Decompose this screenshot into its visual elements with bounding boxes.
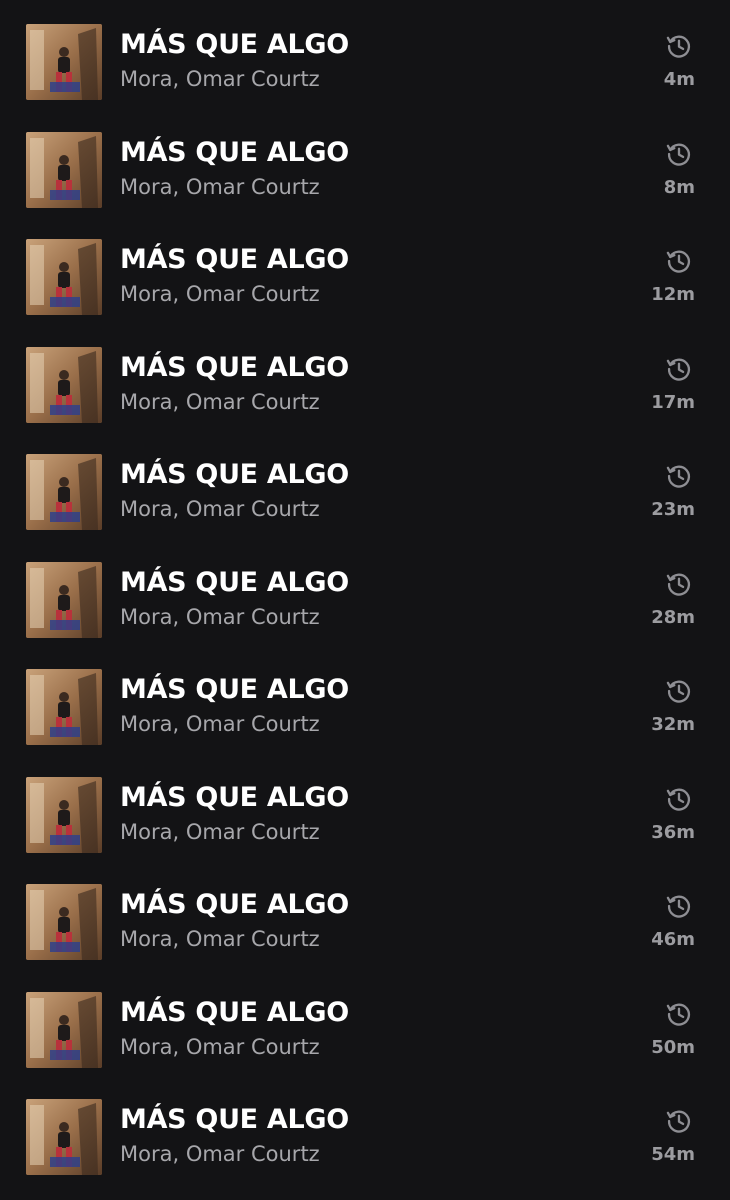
history-icon [665, 355, 693, 383]
track-artists: Mora, Omar Courtz [120, 604, 320, 629]
album-art [26, 24, 102, 100]
history-icon [665, 140, 693, 168]
listening-history-list: MÁS QUE ALGO Mora, Omar Courtz 4m MÁS QU… [0, 0, 730, 1200]
played-ago: 46m [651, 929, 695, 950]
history-row[interactable]: MÁS QUE ALGO Mora, Omar Courtz 4m [0, 0, 730, 108]
history-row[interactable]: MÁS QUE ALGO Mora, Omar Courtz 12m [0, 215, 730, 323]
played-ago: 12m [651, 284, 695, 305]
track-artists: Mora, Omar Courtz [120, 1142, 320, 1166]
track-title: MÁS QUE ALGO [120, 781, 349, 813]
history-row[interactable]: MÁS QUE ALGO Mora, Omar Courtz 54m [0, 1075, 730, 1183]
track-title: MÁS QUE ALGO [120, 1104, 349, 1135]
history-row[interactable]: MÁS QUE ALGO Mora, Omar Courtz 17m [0, 323, 730, 431]
history-icon [665, 1107, 693, 1135]
played-ago: 17m [651, 391, 695, 413]
history-icon [665, 570, 693, 598]
track-artists: Mora, Omar Courtz [120, 67, 320, 91]
played-ago: 54m [651, 1144, 695, 1165]
album-art [26, 1099, 102, 1175]
history-row[interactable]: MÁS QUE ALGO Mora, Omar Courtz 36m [0, 753, 730, 861]
history-row[interactable]: MÁS QUE ALGO Mora, Omar Courtz 50m [0, 968, 730, 1076]
album-art [26, 561, 102, 638]
track-artists: Mora, Omar Courtz [120, 927, 320, 951]
album-art [26, 669, 102, 745]
track-title: MÁS QUE ALGO [120, 674, 349, 705]
track-artists: Mora, Omar Courtz [120, 712, 320, 736]
history-icon [665, 892, 693, 920]
played-ago: 32m [651, 714, 695, 735]
track-artists: Mora, Omar Courtz [120, 1034, 320, 1059]
track-artists: Mora, Omar Courtz [120, 497, 320, 521]
history-row[interactable]: MÁS QUE ALGO Mora, Omar Courtz 32m [0, 645, 730, 753]
history-icon [665, 1000, 693, 1028]
played-ago: 4m [663, 69, 695, 90]
played-ago: 36m [651, 821, 695, 843]
album-art [26, 346, 102, 423]
played-ago: 23m [651, 499, 695, 520]
history-row[interactable]: MÁS QUE ALGO Mora, Omar Courtz 23m [0, 430, 730, 538]
history-icon [665, 32, 693, 60]
history-row[interactable]: MÁS QUE ALGO Mora, Omar Courtz 28m [0, 538, 730, 646]
track-title: MÁS QUE ALGO [120, 136, 349, 168]
history-row[interactable]: MÁS QUE ALGO Mora, Omar Courtz 46m [0, 860, 730, 968]
history-icon [665, 785, 693, 813]
history-icon [665, 462, 693, 490]
album-art [26, 131, 102, 208]
album-art [26, 454, 102, 530]
played-ago: 50m [651, 1036, 695, 1058]
track-title: MÁS QUE ALGO [120, 459, 349, 490]
history-row[interactable]: MÁS QUE ALGO Mora, Omar Courtz 8m [0, 108, 730, 216]
track-title: MÁS QUE ALGO [120, 889, 349, 920]
track-artists: Mora, Omar Courtz [120, 174, 320, 199]
played-ago: 8m [663, 176, 695, 198]
track-title: MÁS QUE ALGO [120, 351, 349, 383]
track-title: MÁS QUE ALGO [120, 244, 349, 275]
album-art [26, 776, 102, 853]
track-artists: Mora, Omar Courtz [120, 282, 320, 306]
track-title: MÁS QUE ALGO [120, 29, 349, 60]
track-artists: Mora, Omar Courtz [120, 819, 320, 844]
track-title: MÁS QUE ALGO [120, 996, 349, 1028]
album-art [26, 884, 102, 960]
track-title: MÁS QUE ALGO [120, 566, 349, 598]
album-art [26, 991, 102, 1068]
played-ago: 28m [651, 606, 695, 628]
history-icon [665, 247, 693, 275]
track-artists: Mora, Omar Courtz [120, 389, 320, 414]
history-icon [665, 677, 693, 705]
album-art [26, 239, 102, 315]
